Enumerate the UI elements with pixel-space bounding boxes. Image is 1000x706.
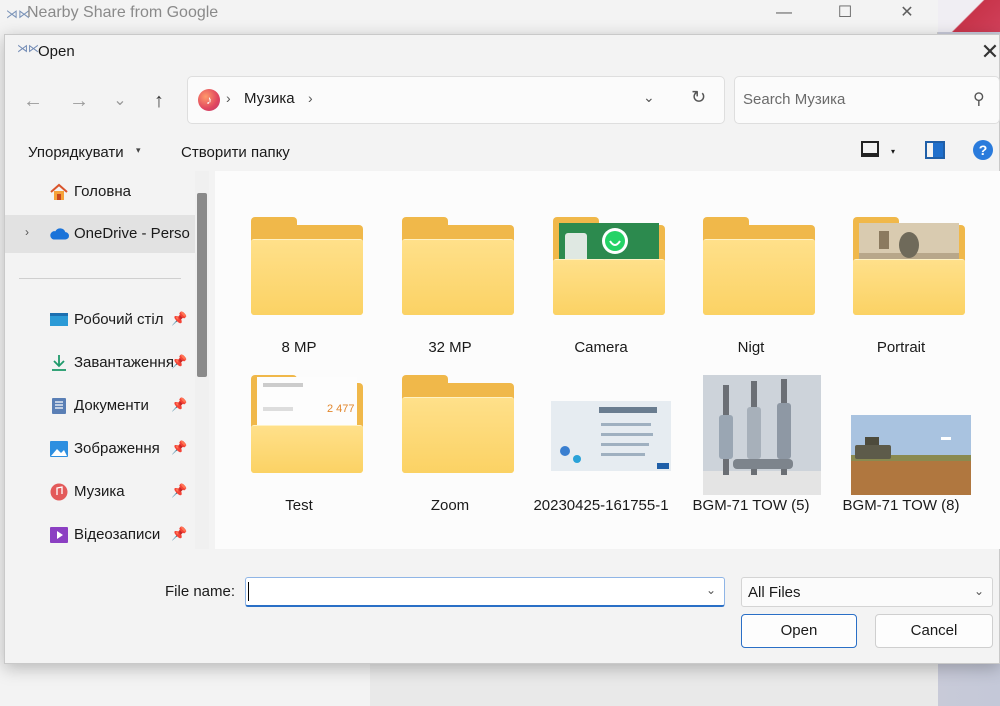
chevron-down-icon[interactable]: ⌄ xyxy=(974,584,984,598)
pin-icon[interactable]: 📌 xyxy=(171,354,187,370)
pin-icon[interactable]: 📌 xyxy=(171,483,187,499)
help-icon[interactable]: ? xyxy=(973,140,993,160)
dialog-title: Open xyxy=(38,43,75,60)
folder-tile-zoom[interactable]: Zoom xyxy=(380,355,520,535)
videos-icon xyxy=(50,527,68,543)
image-tile-tow-5[interactable]: BGM-71 TOW (5) xyxy=(681,355,821,535)
open-button[interactable]: Open xyxy=(741,614,857,648)
tile-label: Zoom xyxy=(430,497,470,514)
forward-button[interactable]: → xyxy=(65,87,93,115)
sidebar-item-videos[interactable]: Відеозаписи 📌 xyxy=(5,516,195,554)
dialog-titlebar: ⋊⋉ Open ✕ xyxy=(5,35,1000,69)
sidebar-item-home[interactable]: Головна xyxy=(5,173,195,211)
new-folder-button[interactable]: Створити папку xyxy=(181,144,290,161)
recent-locations-button[interactable]: ⌄ xyxy=(106,87,134,115)
file-type-value: All Files xyxy=(748,584,801,601)
sidebar-item-downloads[interactable]: Завантаження 📌 xyxy=(5,344,195,382)
onedrive-cloud-icon xyxy=(50,228,69,240)
view-mode-icon[interactable] xyxy=(861,141,879,157)
image-tile-tow-8[interactable]: BGM-71 TOW (8) xyxy=(831,355,971,535)
music-folder-icon: ♪ xyxy=(198,89,220,111)
address-bar[interactable]: ♪ › Музика › ⌄ ↻ xyxy=(187,76,725,124)
back-button[interactable]: ← xyxy=(19,87,47,115)
desktop-icon xyxy=(50,313,68,326)
breadcrumb-chevron-icon[interactable]: › xyxy=(226,90,231,106)
folder-icon xyxy=(681,197,821,327)
pin-icon[interactable]: 📌 xyxy=(171,397,187,413)
pictures-icon xyxy=(50,441,68,457)
sidebar-item-desktop[interactable]: Робочий стіл 📌 xyxy=(5,301,195,339)
sidebar-item-label: OneDrive - Perso xyxy=(74,225,190,242)
download-icon xyxy=(52,355,66,371)
folder-tile-test[interactable]: 2 477 Test xyxy=(229,355,369,535)
folder-icon: 2 477 xyxy=(229,355,369,485)
tile-label: 20230425-161755-1 xyxy=(533,497,669,514)
caret-down-icon[interactable]: ▾ xyxy=(136,145,141,156)
organize-menu-button[interactable]: Упорядкувати xyxy=(28,144,124,161)
maximize-button[interactable]: ☐ xyxy=(825,2,865,24)
folder-tile-portrait[interactable]: Portrait xyxy=(831,197,971,357)
sidebar-item-onedrive[interactable]: › OneDrive - Perso xyxy=(5,215,195,253)
breadcrumb-chevron-icon[interactable]: › xyxy=(308,90,313,106)
background-window-footer xyxy=(370,662,938,706)
background-titlebar: ⋊⋉ Nearby Share from Google — ☐ ✕ xyxy=(0,0,938,32)
sidebar-item-label: Головна xyxy=(74,183,131,200)
folder-icon xyxy=(831,197,971,327)
address-dropdown-icon[interactable]: ⌄ xyxy=(643,89,655,106)
folder-icon xyxy=(229,197,369,327)
sidebar-scrollbar-thumb[interactable] xyxy=(197,193,207,377)
up-button[interactable]: ↑ xyxy=(145,87,173,115)
tile-label: BGM-71 TOW (5) xyxy=(692,497,810,514)
file-type-select[interactable]: All Files ⌄ xyxy=(741,577,993,607)
sidebar-divider xyxy=(19,278,181,279)
open-dialog: ⋊⋉ Open ✕ ← → ⌄ ↑ ♪ › Музика › ⌄ ↻ Searc… xyxy=(4,34,1000,664)
documents-icon xyxy=(52,398,66,414)
tile-label: BGM-71 TOW (8) xyxy=(842,497,960,514)
folder-tile-nigt[interactable]: Nigt xyxy=(681,197,821,357)
cancel-button[interactable]: Cancel xyxy=(875,614,993,648)
image-thumbnail xyxy=(531,355,671,485)
folder-icon xyxy=(531,197,671,327)
folder-icon xyxy=(380,197,520,327)
sidebar-item-pictures[interactable]: Зображення 📌 xyxy=(5,430,195,468)
folder-tile-8mp[interactable]: 8 MP xyxy=(229,197,369,357)
navigation-pane: Головна › OneDrive - Perso Робочий стіл … xyxy=(5,171,215,549)
breadcrumb-music[interactable]: Музика xyxy=(244,90,295,107)
image-thumbnail xyxy=(831,355,971,495)
file-name-label: File name: xyxy=(165,583,236,600)
dialog-close-button[interactable]: ✕ xyxy=(977,39,1000,65)
pin-icon[interactable]: 📌 xyxy=(171,526,187,542)
view-mode-caret-icon[interactable]: ▾ xyxy=(891,147,895,156)
desktop-wallpaper-corner xyxy=(938,0,1000,32)
tile-label: Test xyxy=(285,497,313,514)
file-name-input[interactable]: ⌄ xyxy=(245,577,725,607)
refresh-icon[interactable]: ↻ xyxy=(691,87,706,108)
folder-icon xyxy=(380,355,520,485)
image-thumbnail xyxy=(681,355,821,495)
folder-tile-32mp[interactable]: 32 MP xyxy=(380,197,520,357)
search-placeholder: Search Музика xyxy=(743,91,846,108)
home-icon xyxy=(50,183,68,200)
close-window-button[interactable]: ✕ xyxy=(887,2,927,24)
folder-tile-camera[interactable]: Camera xyxy=(531,197,671,357)
document-number: 2 477 xyxy=(327,403,355,415)
preview-pane-fill xyxy=(933,143,943,157)
nearby-share-icon: ⋊⋉ xyxy=(17,43,39,55)
sidebar-item-documents[interactable]: Документи 📌 xyxy=(5,387,195,425)
image-tile-screenshot[interactable]: 20230425-161755-1 xyxy=(531,355,671,545)
search-input[interactable]: Search Музика ⚲ xyxy=(734,76,1000,124)
sidebar-item-music[interactable]: Музика 📌 xyxy=(5,473,195,511)
minimize-button[interactable]: — xyxy=(764,2,804,24)
pin-icon[interactable]: 📌 xyxy=(171,440,187,456)
pin-icon[interactable]: 📌 xyxy=(171,311,187,327)
music-icon xyxy=(50,483,68,501)
expand-chevron-icon[interactable]: › xyxy=(25,225,29,239)
text-caret xyxy=(248,582,249,601)
background-window-title: Nearby Share from Google xyxy=(27,4,219,21)
chevron-down-icon[interactable]: ⌄ xyxy=(706,583,716,597)
file-list: 8 MP 32 MP Camera Nigt Portrait 2 477 Te… xyxy=(215,171,1000,549)
search-icon[interactable]: ⚲ xyxy=(973,89,985,109)
